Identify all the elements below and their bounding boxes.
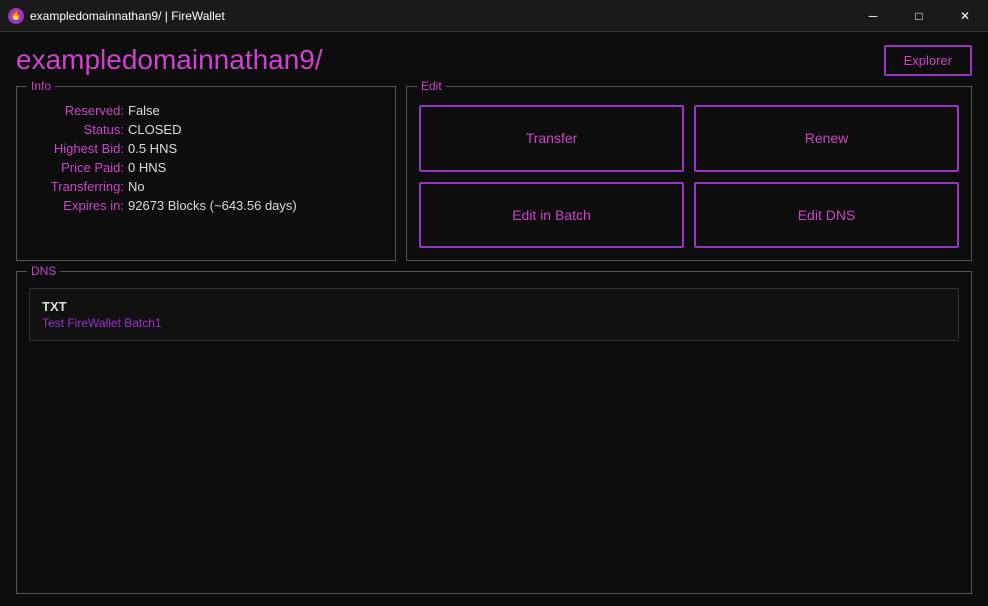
info-row-status: Status: CLOSED <box>29 122 383 137</box>
edit-in-batch-button[interactable]: Edit in Batch <box>419 182 684 249</box>
info-label-highest-bid: Highest Bid: <box>29 141 124 156</box>
explorer-button[interactable]: Explorer <box>884 45 972 76</box>
edit-legend: Edit <box>417 79 446 93</box>
edit-buttons: Transfer Renew Edit in Batch Edit DNS <box>419 105 959 248</box>
info-row-reserved: Reserved: False <box>29 103 383 118</box>
info-panel: Info Reserved: False Status: CLOSED High… <box>16 86 396 261</box>
info-row-price-paid: Price Paid: 0 HNS <box>29 160 383 175</box>
info-value-reserved: False <box>128 103 160 118</box>
dns-record-box: TXT Test FireWallet Batch1 <box>29 288 959 341</box>
info-row-expires-in: Expires in: 92673 Blocks (~643.56 days) <box>29 198 383 213</box>
info-label-reserved: Reserved: <box>29 103 124 118</box>
info-row-highest-bid: Highest Bid: 0.5 HNS <box>29 141 383 156</box>
app-content: exampledomainnathan9/ Explorer Info Rese… <box>0 32 988 606</box>
info-label-price-paid: Price Paid: <box>29 160 124 175</box>
titlebar: 🔥 exampledomainnathan9/ | FireWallet ─ □… <box>0 0 988 32</box>
info-value-highest-bid: 0.5 HNS <box>128 141 177 156</box>
maximize-button[interactable]: □ <box>896 0 942 32</box>
info-label-status: Status: <box>29 122 124 137</box>
info-value-transferring: No <box>128 179 145 194</box>
titlebar-title: exampledomainnathan9/ | FireWallet <box>30 9 225 23</box>
info-label-transferring: Transferring: <box>29 179 124 194</box>
titlebar-left: 🔥 exampledomainnathan9/ | FireWallet <box>8 8 225 24</box>
minimize-button[interactable]: ─ <box>850 0 896 32</box>
info-legend: Info <box>27 79 55 93</box>
header-row: exampledomainnathan9/ Explorer <box>16 44 972 76</box>
info-value-status: CLOSED <box>128 122 181 137</box>
dns-section: DNS TXT Test FireWallet Batch1 <box>16 271 972 594</box>
domain-title: exampledomainnathan9/ <box>16 44 323 76</box>
info-row-transferring: Transferring: No <box>29 179 383 194</box>
dns-legend: DNS <box>27 264 60 278</box>
close-button[interactable]: ✕ <box>942 0 988 32</box>
info-table: Reserved: False Status: CLOSED Highest B… <box>29 103 383 213</box>
info-label-expires-in: Expires in: <box>29 198 124 213</box>
info-value-price-paid: 0 HNS <box>128 160 166 175</box>
panels-row: Info Reserved: False Status: CLOSED High… <box>16 86 972 261</box>
dns-record-value: Test FireWallet Batch1 <box>42 316 946 330</box>
transfer-button[interactable]: Transfer <box>419 105 684 172</box>
edit-panel: Edit Transfer Renew Edit in Batch Edit D… <box>406 86 972 261</box>
edit-dns-button[interactable]: Edit DNS <box>694 182 959 249</box>
dns-record-type: TXT <box>42 299 946 314</box>
titlebar-controls: ─ □ ✕ <box>850 0 988 32</box>
renew-button[interactable]: Renew <box>694 105 959 172</box>
info-value-expires-in: 92673 Blocks (~643.56 days) <box>128 198 297 213</box>
app-icon: 🔥 <box>8 8 24 24</box>
